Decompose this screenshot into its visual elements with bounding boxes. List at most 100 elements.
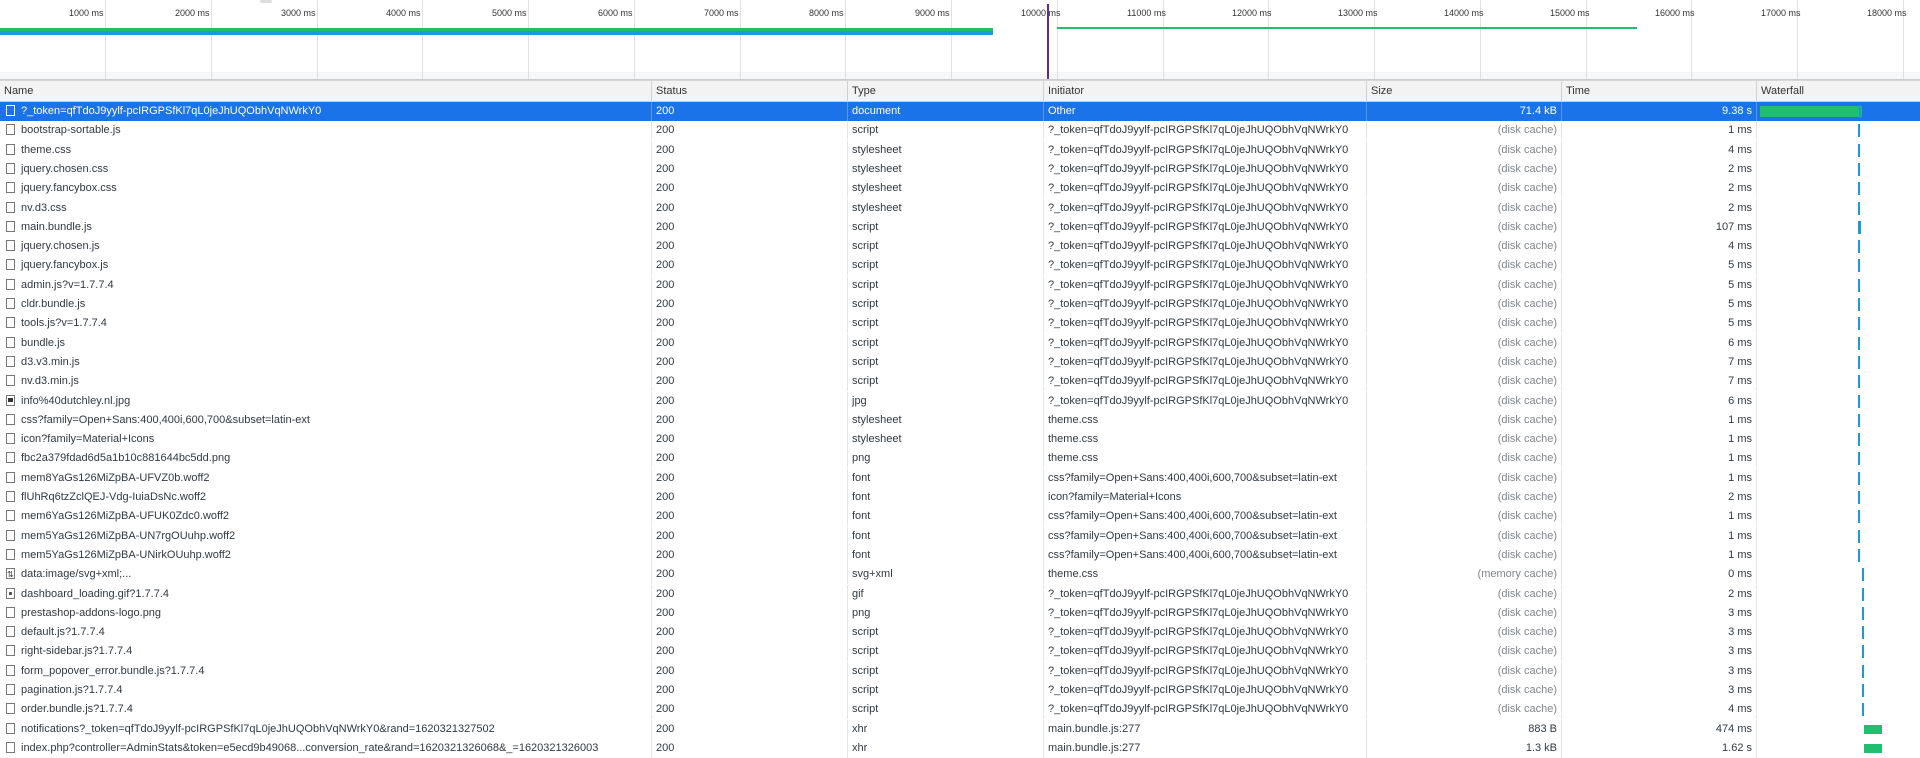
- network-overview[interactable]: 1000 ms 2000 ms 3000 ms 4000 ms 5000 ms 6000 …: [0, 0, 1920, 80]
- request-initiator[interactable]: ?_token=qfTdoJ9yylf-pcIRGPSfKl7qL0jeJhUQ…: [1043, 179, 1366, 198]
- request-initiator[interactable]: ?_token=qfTdoJ9yylf-pcIRGPSfKl7qL0jeJhUQ…: [1043, 256, 1366, 275]
- table-row[interactable]: right-sidebar.js?1.7.7.4 200 script ?_token…: [0, 642, 1920, 661]
- request-initiator[interactable]: ?_token=qfTdoJ9yylf-pcIRGPSfKl7qL0jeJhUQ…: [1043, 372, 1366, 391]
- request-initiator[interactable]: ?_token=qfTdoJ9yylf-pcIRGPSfKl7qL0jeJhUQ…: [1043, 121, 1366, 140]
- request-initiator[interactable]: css?family=Open+Sans:400,400i,600,700&su…: [1043, 469, 1366, 488]
- waterfall-cell: [1756, 334, 1920, 353]
- request-name: d3.v3.min.js: [21, 356, 80, 368]
- request-name: notifications?_token=qfTdoJ9yylf-pcIRGPS…: [21, 723, 495, 735]
- table-row[interactable]: icon?family=Material+Icons 200 stylesheet t…: [0, 430, 1920, 449]
- table-row[interactable]: bundle.js 200 script ?_token=qfTdoJ9yylf-pc…: [0, 334, 1920, 353]
- waterfall-bar: [1858, 124, 1860, 137]
- waterfall-bar: [1858, 259, 1860, 272]
- request-initiator[interactable]: theme.css: [1043, 449, 1366, 468]
- document-file-icon: [6, 433, 15, 444]
- request-initiator[interactable]: ?_token=qfTdoJ9yylf-pcIRGPSfKl7qL0jeJhUQ…: [1043, 218, 1366, 237]
- request-time: 3 ms: [1561, 623, 1756, 642]
- table-row[interactable]: d3.v3.min.js 200 script ?_token=qfTdoJ9yylf…: [0, 353, 1920, 372]
- table-row[interactable]: mem5YaGs126MiZpBA-UNirkOUuhp.woff2 200 fon…: [0, 546, 1920, 565]
- table-row[interactable]: cldr.bundle.js 200 script ?_token=qfTdoJ9yy…: [0, 295, 1920, 314]
- column-header-name[interactable]: Name: [0, 81, 651, 102]
- table-row[interactable]: css?family=Open+Sans:400,400i,600,700&su…: [0, 411, 1920, 430]
- table-row[interactable]: jquery.fancybox.js 200 script ?_token=qfTdo…: [0, 256, 1920, 275]
- document-file-icon: [6, 279, 15, 290]
- request-initiator[interactable]: ?_token=qfTdoJ9yylf-pcIRGPSfKl7qL0jeJhUQ…: [1043, 681, 1366, 700]
- table-row[interactable]: bootstrap-sortable.js 200 script ?_token=qf…: [0, 121, 1920, 140]
- request-initiator[interactable]: ?_token=qfTdoJ9yylf-pcIRGPSfKl7qL0jeJhUQ…: [1043, 160, 1366, 179]
- table-row[interactable]: nv.d3.min.js 200 script ?_token=qfTdoJ9yylf…: [0, 372, 1920, 391]
- request-initiator[interactable]: css?family=Open+Sans:400,400i,600,700&su…: [1043, 527, 1366, 546]
- table-row[interactable]: ?_token=qfTdoJ9yylf-pcIRGPSfKl7qL0jeJhUQ…: [0, 102, 1920, 121]
- document-file-icon: [6, 356, 15, 367]
- request-initiator[interactable]: ?_token=qfTdoJ9yylf-pcIRGPSfKl7qL0jeJhUQ…: [1043, 353, 1366, 372]
- table-row[interactable]: nv.d3.css 200 stylesheet ?_token=qfTdoJ9yyl…: [0, 199, 1920, 218]
- request-initiator[interactable]: icon?family=Material+Icons: [1043, 488, 1366, 507]
- request-initiator[interactable]: ?_token=qfTdoJ9yylf-pcIRGPSfKl7qL0jeJhUQ…: [1043, 276, 1366, 295]
- column-header-initiator[interactable]: Initiator: [1043, 81, 1366, 102]
- table-row[interactable]: notifications?_token=qfTdoJ9yylf-pcIRGPS…: [0, 720, 1920, 739]
- table-row[interactable]: mem5YaGs126MiZpBA-UN7rgOUuhp.woff2 200 fon…: [0, 527, 1920, 546]
- request-initiator[interactable]: ?_token=qfTdoJ9yylf-pcIRGPSfKl7qL0jeJhUQ…: [1043, 662, 1366, 681]
- request-status: 200: [651, 372, 847, 391]
- request-initiator[interactable]: ?_token=qfTdoJ9yylf-pcIRGPSfKl7qL0jeJhUQ…: [1043, 237, 1366, 256]
- table-row[interactable]: index.php?controller=AdminStats&token=e5…: [0, 739, 1920, 758]
- table-row[interactable]: order.bundle.js?1.7.7.4 200 script ?_token=…: [0, 700, 1920, 719]
- request-initiator[interactable]: css?family=Open+Sans:400,400i,600,700&su…: [1043, 507, 1366, 526]
- request-size: (memory cache): [1366, 565, 1561, 584]
- table-row[interactable]: theme.css 200 stylesheet ?_token=qfTdoJ9yyl…: [0, 141, 1920, 160]
- request-name: main.bundle.js: [21, 221, 92, 233]
- table-row[interactable]: main.bundle.js 200 script ?_token=qfTdoJ9yy…: [0, 218, 1920, 237]
- table-row[interactable]: flUhRq6tzZclQEJ-Vdg-IuiaDsNc.woff2 200 fon…: [0, 488, 1920, 507]
- request-initiator[interactable]: ?_token=qfTdoJ9yylf-pcIRGPSfKl7qL0jeJhUQ…: [1043, 392, 1366, 411]
- table-row[interactable]: tools.js?v=1.7.7.4 200 script ?_token=qfTdo…: [0, 314, 1920, 333]
- overview-grid-line: [845, 0, 846, 79]
- table-row[interactable]: jquery.chosen.css 200 stylesheet ?_token=qf…: [0, 160, 1920, 179]
- request-status: 200: [651, 700, 847, 719]
- request-status: 200: [651, 353, 847, 372]
- table-row[interactable]: jquery.chosen.js 200 script ?_token=qfTdoJ9…: [0, 237, 1920, 256]
- request-name: data:image/svg+xml;...: [21, 568, 132, 580]
- column-header-status[interactable]: Status: [651, 81, 847, 102]
- column-header-type[interactable]: Type: [847, 81, 1043, 102]
- document-file-icon: [6, 491, 15, 502]
- table-row[interactable]: jquery.fancybox.css 200 stylesheet ?_token=…: [0, 179, 1920, 198]
- request-initiator[interactable]: ?_token=qfTdoJ9yylf-pcIRGPSfKl7qL0jeJhUQ…: [1043, 700, 1366, 719]
- table-row[interactable]: prestashop-addons-logo.png 200 png ?_token=…: [0, 604, 1920, 623]
- waterfall-cell: [1756, 507, 1920, 526]
- request-initiator[interactable]: main.bundle.js:277: [1043, 720, 1366, 739]
- request-status: 200: [651, 488, 847, 507]
- request-initiator[interactable]: ?_token=qfTdoJ9yylf-pcIRGPSfKl7qL0jeJhUQ…: [1043, 334, 1366, 353]
- table-row[interactable]: default.js?1.7.7.4 200 script ?_token=qfTdo…: [0, 623, 1920, 642]
- request-initiator[interactable]: ?_token=qfTdoJ9yylf-pcIRGPSfKl7qL0jeJhUQ…: [1043, 642, 1366, 661]
- request-initiator[interactable]: ?_token=qfTdoJ9yylf-pcIRGPSfKl7qL0jeJhUQ…: [1043, 314, 1366, 333]
- request-initiator[interactable]: ?_token=qfTdoJ9yylf-pcIRGPSfKl7qL0jeJhUQ…: [1043, 604, 1366, 623]
- overview-scroll-handle[interactable]: [260, 0, 272, 3]
- request-initiator[interactable]: theme.css: [1043, 565, 1366, 584]
- request-initiator[interactable]: theme.css: [1043, 430, 1366, 449]
- overview-grid-line: [422, 0, 423, 79]
- table-row[interactable]: fbc2a379fdad6d5a1b10c881644bc5dd.png 200 p…: [0, 449, 1920, 468]
- request-initiator[interactable]: main.bundle.js:277: [1043, 739, 1366, 758]
- table-row[interactable]: info%40dutchley.nl.jpg 200 jpg ?_token=qfTd…: [0, 392, 1920, 411]
- request-initiator[interactable]: ?_token=qfTdoJ9yylf-pcIRGPSfKl7qL0jeJhUQ…: [1043, 295, 1366, 314]
- table-row[interactable]: dashboard_loading.gif?1.7.7.4 200 gif ?_tok…: [0, 585, 1920, 604]
- column-header-time[interactable]: Time: [1561, 81, 1756, 102]
- request-initiator[interactable]: theme.css: [1043, 411, 1366, 430]
- table-row[interactable]: mem8YaGs126MiZpBA-UFVZ0b.woff2 200 font css…: [0, 469, 1920, 488]
- request-initiator[interactable]: css?family=Open+Sans:400,400i,600,700&su…: [1043, 546, 1366, 565]
- column-header-waterfall[interactable]: Waterfall: [1756, 81, 1920, 102]
- table-row[interactable]: pagination.js?1.7.7.4 200 script ?_token=qf…: [0, 681, 1920, 700]
- column-header-size[interactable]: Size: [1366, 81, 1561, 102]
- request-initiator[interactable]: ?_token=qfTdoJ9yylf-pcIRGPSfKl7qL0jeJhUQ…: [1043, 585, 1366, 604]
- document-file-icon: [6, 472, 15, 483]
- request-initiator[interactable]: ?_token=qfTdoJ9yylf-pcIRGPSfKl7qL0jeJhUQ…: [1043, 623, 1366, 642]
- overview-dom-loaded-line: [1047, 4, 1049, 79]
- request-initiator[interactable]: ?_token=qfTdoJ9yylf-pcIRGPSfKl7qL0jeJhUQ…: [1043, 199, 1366, 218]
- table-row[interactable]: data:image/svg+xml;... 200svg+xmltheme.cs…: [0, 565, 1920, 584]
- table-row[interactable]: mem6YaGs126MiZpBA-UFUK0Zdc0.woff2 200 font…: [0, 507, 1920, 526]
- waterfall-cell: [1756, 256, 1920, 275]
- table-row[interactable]: admin.js?v=1.7.7.4 200 script ?_token=qfTdo…: [0, 276, 1920, 295]
- request-initiator[interactable]: ?_token=qfTdoJ9yylf-pcIRGPSfKl7qL0jeJhUQ…: [1043, 141, 1366, 160]
- table-row[interactable]: form_popover_error.bundle.js?1.7.7.4 200 s…: [0, 662, 1920, 681]
- request-type: script: [847, 218, 1043, 237]
